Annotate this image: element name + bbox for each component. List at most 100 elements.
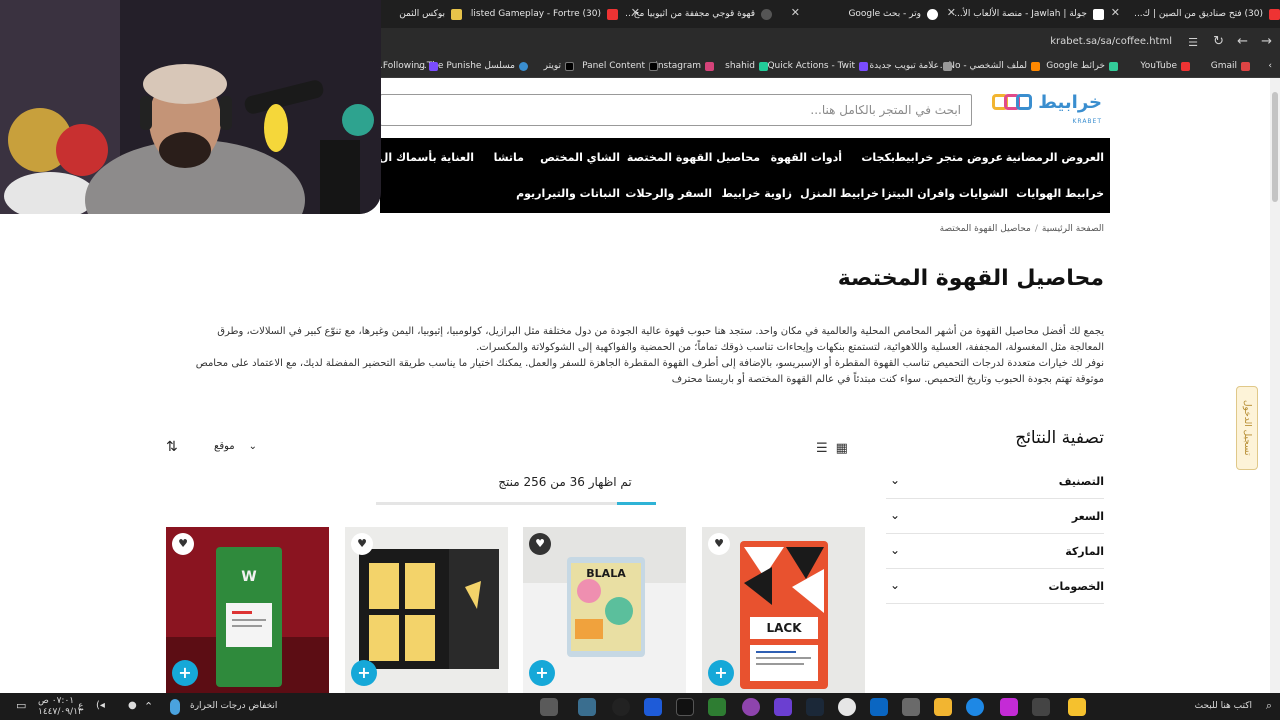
reload-icon[interactable]: ↻ xyxy=(1213,34,1224,49)
nav-item[interactable]: السفر والرحلات xyxy=(625,187,712,200)
close-icon[interactable]: ✕ xyxy=(947,6,956,19)
facet-price[interactable]: السعر ⌄ xyxy=(886,500,1104,534)
bookmark-more[interactable]: › xyxy=(1268,61,1272,71)
product-card[interactable]: LACK ♥ + xyxy=(702,527,865,693)
weather-text[interactable]: انخفاض درجات الحرارة xyxy=(190,701,277,711)
nav-item[interactable]: بكجات xyxy=(861,151,895,164)
search-input[interactable]: ابحث في المتجر بالكامل هنا... xyxy=(380,94,972,126)
product-card[interactable]: BLALA ♥ + xyxy=(523,527,686,693)
task-view-icon[interactable] xyxy=(1032,698,1050,716)
chrome-icon[interactable] xyxy=(838,698,856,716)
browser-tab[interactable]: بوكس الثمن xyxy=(382,4,462,24)
mic-icon[interactable]: ● xyxy=(128,700,137,711)
store-icon[interactable] xyxy=(902,698,920,716)
outlook-icon[interactable] xyxy=(870,698,888,716)
app-icon[interactable] xyxy=(540,698,558,716)
heart-icon[interactable]: ♥ xyxy=(172,533,194,555)
nav-item[interactable]: عروض متجر خرابيط xyxy=(894,151,1003,164)
facet-category[interactable]: التصنيف ⌄ xyxy=(886,465,1104,499)
nav-item[interactable]: خرابيط المنزل xyxy=(800,187,879,200)
heart-icon[interactable]: ♥ xyxy=(529,533,551,555)
clock-time[interactable]: ٠٧:٠١ ص xyxy=(38,696,74,706)
nav-item[interactable]: الشوايات وافران البيتزا xyxy=(881,187,1008,200)
product-card[interactable]: W ♥ + xyxy=(166,527,329,693)
nav-item[interactable]: أدوات القهوة xyxy=(771,151,842,164)
bookmark-item[interactable]: خرائط Google xyxy=(1046,61,1118,71)
login-side-tab[interactable]: تسجيل الدخول xyxy=(1236,386,1258,470)
app-icon[interactable] xyxy=(708,698,726,716)
add-to-cart-button[interactable]: + xyxy=(529,660,555,686)
app-icon[interactable] xyxy=(676,698,694,716)
add-to-cart-button[interactable]: + xyxy=(351,660,377,686)
app-icon[interactable] xyxy=(578,698,596,716)
page-scrollbar[interactable] xyxy=(1270,78,1280,693)
edge-icon[interactable] xyxy=(966,698,984,716)
steam-icon[interactable] xyxy=(806,698,824,716)
nav-item[interactable]: النباتات والتيراريوم xyxy=(516,187,620,200)
list-view-icon[interactable]: ☰ xyxy=(816,441,828,456)
nav-item[interactable]: العناية بأسماك ال xyxy=(379,151,474,164)
facet-label: السعر xyxy=(1071,510,1104,523)
browser-tab[interactable]: (30) فتح صناديق من الصين | ك... xyxy=(1132,4,1280,24)
widgets-icon[interactable] xyxy=(1068,698,1086,716)
add-to-cart-button[interactable]: + xyxy=(708,660,734,686)
site-logo[interactable]: خرابيط KRABET xyxy=(992,90,1102,125)
grid-view-icon[interactable]: ▦ xyxy=(836,441,848,456)
nav-item[interactable]: خرابيط الهوايات xyxy=(1016,187,1104,200)
bookmark-item[interactable]: لملف الشخصي - No... xyxy=(940,61,1040,71)
site-settings-icon[interactable]: ☰ xyxy=(1188,36,1198,49)
notification-icon[interactable]: ▭ xyxy=(16,699,26,712)
facet-discounts[interactable]: الخصومات ⌄ xyxy=(886,570,1104,604)
copilot-icon[interactable] xyxy=(1000,698,1018,716)
filter-title: تصفية النتائج xyxy=(1015,428,1104,448)
clock-date[interactable]: ١٤٤٧/٠٩/١٣ xyxy=(38,707,83,717)
app-icon[interactable] xyxy=(612,698,630,716)
browser-tab[interactable]: وتر - بحث Google xyxy=(840,4,938,24)
heart-icon[interactable]: ♥ xyxy=(351,533,373,555)
app-icon[interactable] xyxy=(742,698,760,716)
bookmark-label: Instagram xyxy=(655,61,701,71)
back-icon[interactable]: → xyxy=(1261,34,1272,49)
url-field[interactable]: krabet.sa/sa/coffee.html xyxy=(1050,36,1172,47)
nav-item[interactable]: ماتشا xyxy=(494,151,524,164)
sort-direction-icon[interactable]: ⇅ xyxy=(166,439,178,455)
scrollbar-thumb[interactable] xyxy=(1272,92,1278,202)
forward-icon[interactable]: ← xyxy=(1237,34,1248,49)
chevron-up-icon[interactable]: ⌃ xyxy=(144,700,153,713)
nav-item[interactable]: محاصيل القهوة المختصة xyxy=(627,151,760,164)
bookmark-item[interactable]: تويتر xyxy=(544,61,574,71)
volume-icon[interactable]: ◂) xyxy=(96,700,105,711)
bookmark-item[interactable]: علامة تبويب جديدة xyxy=(869,61,952,71)
heart-icon[interactable]: ♥ xyxy=(708,533,730,555)
description-paragraph: يجمع لك أفضل محاصيل القهوة من أشهر المحا… xyxy=(217,326,1104,353)
breadcrumb-home[interactable]: الصفحة الرئيسية xyxy=(1042,224,1104,234)
add-to-cart-button[interactable]: + xyxy=(172,660,198,686)
browser-tab[interactable]: قهوة قوجي مجففة من اثيوبيا مح... xyxy=(624,4,772,24)
nav-item[interactable]: العروض الرمضانية xyxy=(1006,151,1104,164)
browser-tab[interactable]: (30) Enlisted Gameplay - Fortre... xyxy=(470,4,618,24)
sort-select[interactable]: موقع ⌄ xyxy=(214,441,257,452)
bookmark-item[interactable]: Panel Content xyxy=(582,61,658,71)
product-card[interactable]: ♥ + xyxy=(345,527,508,693)
site-icon xyxy=(761,8,772,20)
bookmark-item[interactable]: Instagram xyxy=(655,61,714,71)
bookmark-item[interactable]: shahid xyxy=(725,61,768,71)
taskbar-search[interactable]: اكتب هنا للبحث xyxy=(1195,701,1252,711)
bookmark-item[interactable]: YouTube xyxy=(1140,61,1190,71)
bookmark-item[interactable]: Following... xyxy=(374,61,438,71)
nav-item[interactable]: زاوية خرابيط xyxy=(721,187,792,200)
facet-brand[interactable]: الماركة ⌄ xyxy=(886,535,1104,569)
app-icon[interactable] xyxy=(644,698,662,716)
bookmark-item[interactable]: Quick Actions - Twit... xyxy=(759,61,868,71)
explorer-icon[interactable] xyxy=(934,698,952,716)
close-icon[interactable]: ✕ xyxy=(1111,6,1120,19)
close-icon[interactable]: ✕ xyxy=(631,6,640,19)
nav-item[interactable]: الشاي المختص xyxy=(540,151,620,164)
youtube-icon xyxy=(1269,8,1280,20)
teams-icon[interactable] xyxy=(774,698,792,716)
browser-tab[interactable]: جولة | Jawlah - منصة الألعاب الأ... xyxy=(946,4,1104,24)
chevron-down-icon: ⌄ xyxy=(890,578,901,592)
search-icon[interactable]: ⌕ xyxy=(1266,699,1272,713)
bookmark-item[interactable]: Gmail xyxy=(1211,61,1250,71)
close-icon[interactable]: ✕ xyxy=(791,6,800,19)
